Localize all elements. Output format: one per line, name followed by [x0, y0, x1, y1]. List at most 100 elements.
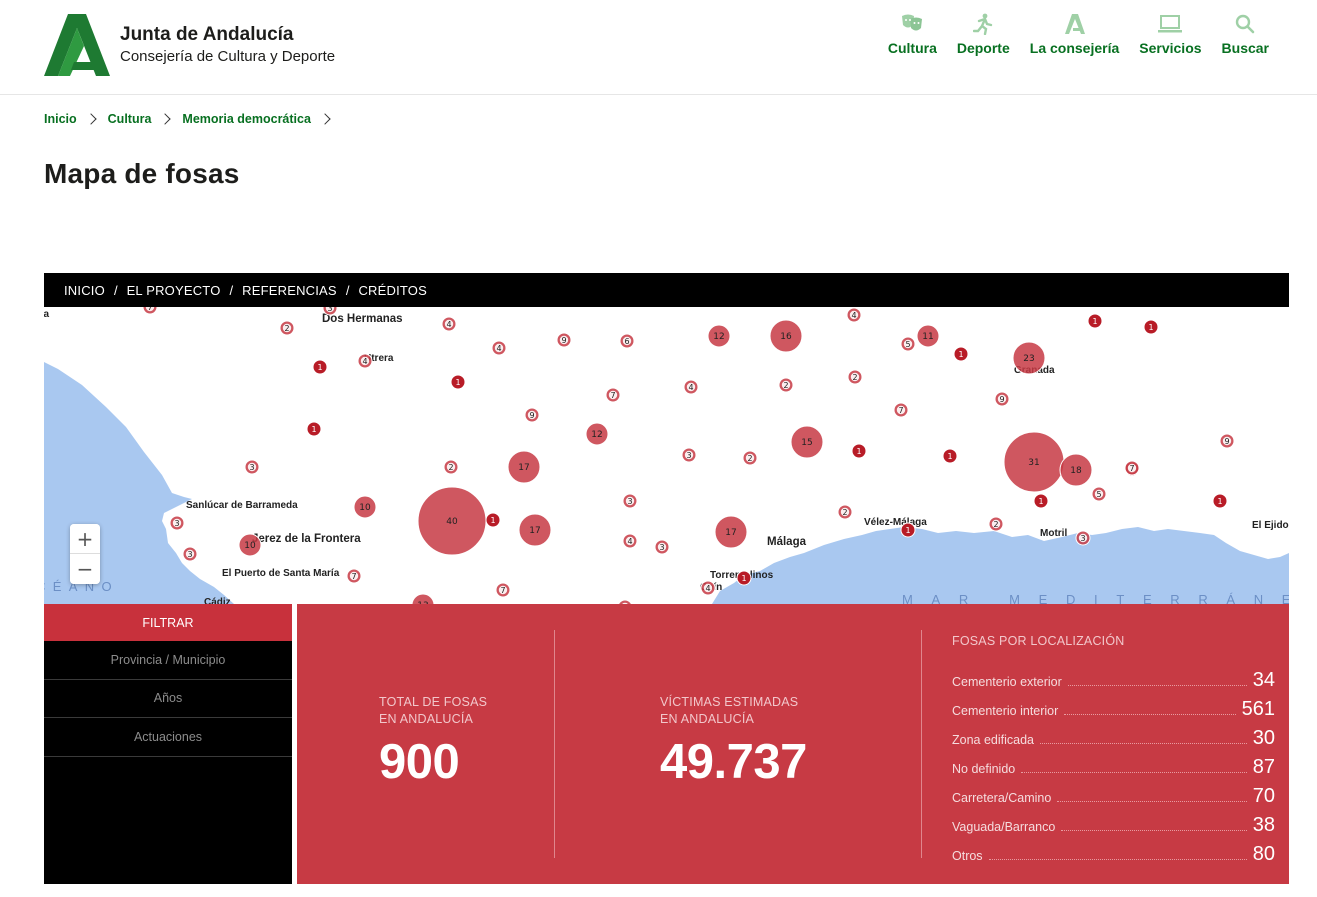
fosa-cluster-marker[interactable]: 10	[353, 495, 377, 519]
fosa-cluster-marker[interactable]: 3	[622, 493, 638, 509]
fosa-cluster-marker[interactable]: 17	[507, 450, 541, 484]
fosa-cluster-marker[interactable]: 3	[244, 459, 260, 475]
fosa-cluster-marker[interactable]: 9	[1219, 433, 1235, 449]
fosa-cluster-marker[interactable]: 40	[417, 486, 487, 556]
fosa-cluster-marker[interactable]: 12	[585, 422, 609, 446]
fosa-cluster-marker[interactable]: 1	[1212, 493, 1228, 509]
fosa-cluster-marker[interactable]: 1	[953, 346, 969, 362]
fosa-cluster-marker[interactable]: 7	[142, 307, 158, 315]
fosa-cluster-marker[interactable]: 5	[1091, 486, 1107, 502]
fosa-cluster-marker[interactable]: 17	[714, 515, 748, 549]
fosa-cluster-marker[interactable]: 1	[1033, 493, 1049, 509]
fosas-map[interactable]: MAR MEDITERRÁNEOCÉANO vaDos HermanasUtre…	[44, 307, 1289, 604]
fosa-cluster-marker[interactable]: 7	[893, 402, 909, 418]
cluster-count: 9	[1224, 437, 1229, 446]
cluster-count: 6	[624, 337, 629, 346]
fosa-cluster-marker[interactable]: 7	[1124, 460, 1140, 476]
breadcrumb-inicio[interactable]: Inicio	[44, 112, 77, 126]
nav-deporte[interactable]: Deporte	[947, 12, 1020, 56]
fosa-cluster-marker[interactable]: 3	[182, 546, 198, 562]
cluster-count: 1	[905, 526, 910, 535]
fosa-cluster-marker[interactable]: 1	[1087, 313, 1103, 329]
loc-row: Carretera/Camino 70	[952, 778, 1275, 807]
app-nav-inicio[interactable]: INICIO	[64, 283, 105, 298]
nav-buscar[interactable]: Buscar	[1212, 12, 1279, 56]
fosa-cluster-marker[interactable]: 1	[851, 443, 867, 459]
fosa-cluster-marker[interactable]: 1	[942, 448, 958, 464]
fosa-cluster-marker[interactable]: 1	[1143, 319, 1159, 335]
fosa-cluster-marker[interactable]: 17	[518, 513, 552, 547]
cluster-count: 2	[448, 463, 453, 472]
fosa-cluster-marker[interactable]: 4	[846, 307, 862, 323]
cluster-count: 2	[284, 324, 289, 333]
fosa-cluster-marker[interactable]: 2	[443, 459, 459, 475]
fosa-cluster-marker[interactable]: 31	[1003, 431, 1065, 493]
cluster-count: 10	[359, 503, 371, 513]
filter-anos[interactable]: Años	[44, 680, 292, 718]
breadcrumb-memoria-democratica[interactable]: Memoria democrática	[182, 112, 311, 126]
app-nav-referencias[interactable]: REFERENCIAS	[242, 283, 337, 298]
junta-logo-link[interactable]: Junta de Andalucía Consejería de Cultura…	[44, 14, 335, 76]
fosa-cluster-marker[interactable]: 6	[619, 333, 635, 349]
fosa-cluster-marker[interactable]: 1	[312, 359, 328, 375]
nav-cultura[interactable]: Cultura	[878, 12, 947, 56]
fosa-cluster-marker[interactable]: 3	[1075, 530, 1091, 546]
fosa-cluster-marker[interactable]: 2	[778, 377, 794, 393]
cluster-count: 9	[999, 395, 1004, 404]
fosa-cluster-marker[interactable]: 2	[988, 516, 1004, 532]
loc-value: 561	[1241, 698, 1275, 720]
filter-provincia-municipio[interactable]: Provincia / Municipio	[44, 641, 292, 680]
fosa-cluster-marker[interactable]: 1	[485, 512, 501, 528]
fosa-cluster-marker[interactable]: 3	[169, 515, 185, 531]
main-nav: Cultura Deporte La consejería Servicios …	[878, 12, 1279, 56]
fosa-cluster-marker[interactable]: 3	[654, 539, 670, 555]
fosa-cluster-marker[interactable]: 9	[524, 407, 540, 423]
app-nav-creditos[interactable]: CRÉDITOS	[358, 283, 427, 298]
fosa-cluster-marker[interactable]: 1	[900, 522, 916, 538]
loc-value: 87	[1252, 756, 1275, 778]
city-label: Vélez-Málaga	[864, 517, 927, 528]
fosa-cluster-marker[interactable]: 5	[900, 336, 916, 352]
fosa-cluster-marker[interactable]: 4	[491, 340, 507, 356]
filter-toggle[interactable]: FILTRAR	[44, 604, 292, 641]
fosa-cluster-marker[interactable]: 2	[742, 450, 758, 466]
fosa-cluster-marker[interactable]: 7	[605, 387, 621, 403]
filter-actuaciones[interactable]: Actuaciones	[44, 718, 292, 757]
search-icon	[1233, 12, 1257, 36]
fosa-cluster-marker[interactable]: 10	[238, 533, 262, 557]
fosa-cluster-marker[interactable]: 16	[769, 319, 803, 353]
fosa-cluster-marker[interactable]: 4	[441, 316, 457, 332]
fosa-cluster-marker[interactable]: 18	[1059, 453, 1093, 487]
fosa-cluster-marker[interactable]: 1	[450, 374, 466, 390]
fosa-cluster-marker[interactable]: 4	[683, 379, 699, 395]
fosa-cluster-marker[interactable]: 9	[994, 391, 1010, 407]
fosa-cluster-marker[interactable]: 13	[411, 593, 435, 604]
chevron-right-icon	[159, 113, 172, 125]
nav-servicios[interactable]: Servicios	[1129, 12, 1211, 56]
fosa-cluster-marker[interactable]: 12	[707, 324, 731, 348]
zoom-out-button[interactable]: −	[70, 554, 100, 584]
map-canvas[interactable]: MAR MEDITERRÁNEOCÉANO vaDos HermanasUtre…	[44, 307, 1289, 604]
fosa-cluster-marker[interactable]: 2	[847, 369, 863, 385]
fosa-cluster-marker[interactable]: 7	[495, 582, 511, 598]
fosa-cluster-marker[interactable]: 1	[306, 421, 322, 437]
fosa-cluster-marker[interactable]: 1	[736, 570, 752, 586]
fosa-cluster-marker[interactable]: 11	[916, 324, 940, 348]
fosa-cluster-marker[interactable]: 7	[346, 568, 362, 584]
fosa-cluster-marker[interactable]: 4	[357, 353, 373, 369]
nav-la-consejeria[interactable]: La consejería	[1020, 12, 1130, 56]
fosa-cluster-marker[interactable]: 2	[279, 320, 295, 336]
fosa-cluster-marker[interactable]: 2	[837, 504, 853, 520]
fosa-cluster-marker[interactable]: 9	[556, 332, 572, 348]
breadcrumb-cultura[interactable]: Cultura	[108, 112, 152, 126]
fosa-cluster-marker[interactable]: 3	[681, 447, 697, 463]
fosa-cluster-marker[interactable]: 4	[622, 533, 638, 549]
fosa-cluster-marker[interactable]: 4	[700, 580, 716, 596]
loc-row: No definido 87	[952, 749, 1275, 778]
nav-label: Servicios	[1139, 40, 1202, 56]
app-nav-el-proyecto[interactable]: EL PROYECTO	[127, 283, 221, 298]
site-header: Junta de Andalucía Consejería de Cultura…	[0, 0, 1317, 95]
fosa-cluster-marker[interactable]: 23	[1012, 341, 1046, 375]
fosa-cluster-marker[interactable]: 15	[790, 425, 824, 459]
zoom-in-button[interactable]: +	[70, 524, 100, 554]
